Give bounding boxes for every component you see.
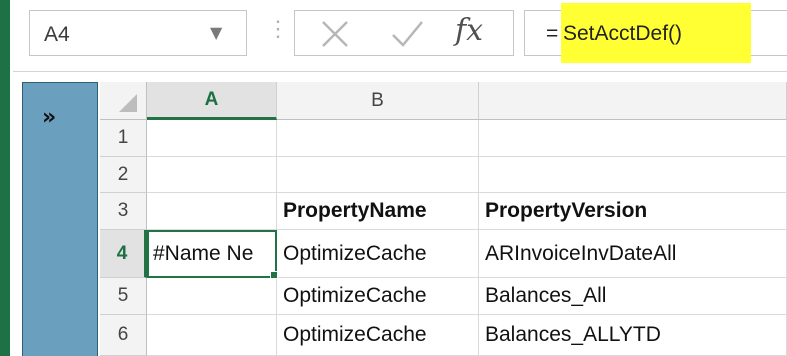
cell-a5[interactable] xyxy=(147,278,277,315)
cell-c1[interactable] xyxy=(479,120,787,157)
name-box-value: A4 xyxy=(44,23,70,46)
row-header-4[interactable]: 4 xyxy=(100,230,147,278)
fill-handle[interactable] xyxy=(270,271,278,279)
cell-a3[interactable] xyxy=(147,193,277,230)
formula-buttons: fx xyxy=(294,10,514,56)
cell-c3[interactable]: PropertyVersion xyxy=(479,193,787,230)
row-header-5[interactable]: 5 xyxy=(100,278,147,315)
cell-c5[interactable]: Balances_All xyxy=(479,278,787,315)
cell-b1[interactable] xyxy=(277,120,479,157)
cancel-icon[interactable] xyxy=(317,16,353,56)
row-header-3[interactable]: 3 xyxy=(100,193,147,230)
row-header-1[interactable]: 1 xyxy=(100,120,147,157)
cell-a2[interactable] xyxy=(147,157,277,193)
cell-b2[interactable] xyxy=(277,157,479,193)
column-header-a[interactable]: A xyxy=(147,82,277,120)
cell-a6[interactable] xyxy=(147,315,277,356)
formula-input[interactable]: = SetAcctDef() xyxy=(524,3,787,63)
select-all-icon xyxy=(119,94,137,112)
row-header-2[interactable]: 2 xyxy=(100,157,147,193)
task-pane-collapsed: » xyxy=(22,82,98,356)
cell-c6[interactable]: Balances_ALLYTD xyxy=(479,315,787,356)
column-header-b[interactable]: B xyxy=(277,82,479,120)
expand-pane-button[interactable]: » xyxy=(42,105,56,130)
worksheet-grid: A B 1 2 3 PropertyName PropertyVersion 4… xyxy=(100,82,787,356)
cell-b3[interactable]: PropertyName xyxy=(277,193,479,230)
cell-b6[interactable]: OptimizeCache xyxy=(277,315,479,356)
chevron-down-icon[interactable]: ▼ xyxy=(210,23,222,42)
cell-b4[interactable]: OptimizeCache xyxy=(277,230,479,278)
name-box[interactable]: A4 ▼ xyxy=(29,10,247,56)
formula-bar-row: A4 ▼ ⋮ fx = SetAcctDef() xyxy=(13,0,787,72)
formula-text: SetAcctDef() xyxy=(563,22,683,45)
cell-b5[interactable]: OptimizeCache xyxy=(277,278,479,315)
formula-equals: = xyxy=(546,22,559,45)
drag-handle-icon[interactable]: ⋮ xyxy=(267,16,289,42)
column-header-c[interactable] xyxy=(479,82,787,120)
cell-a1[interactable] xyxy=(147,120,277,157)
row-header-6[interactable]: 6 xyxy=(100,315,147,356)
window-edge xyxy=(0,0,10,356)
select-all-corner[interactable] xyxy=(100,82,147,120)
cell-c4[interactable]: ARInvoiceInvDateAll xyxy=(479,230,787,278)
insert-function-icon[interactable]: fx xyxy=(455,13,483,48)
cell-c2[interactable] xyxy=(479,157,787,193)
enter-check-icon[interactable] xyxy=(389,16,425,56)
cell-a4[interactable]: #Name Ne xyxy=(147,230,277,278)
